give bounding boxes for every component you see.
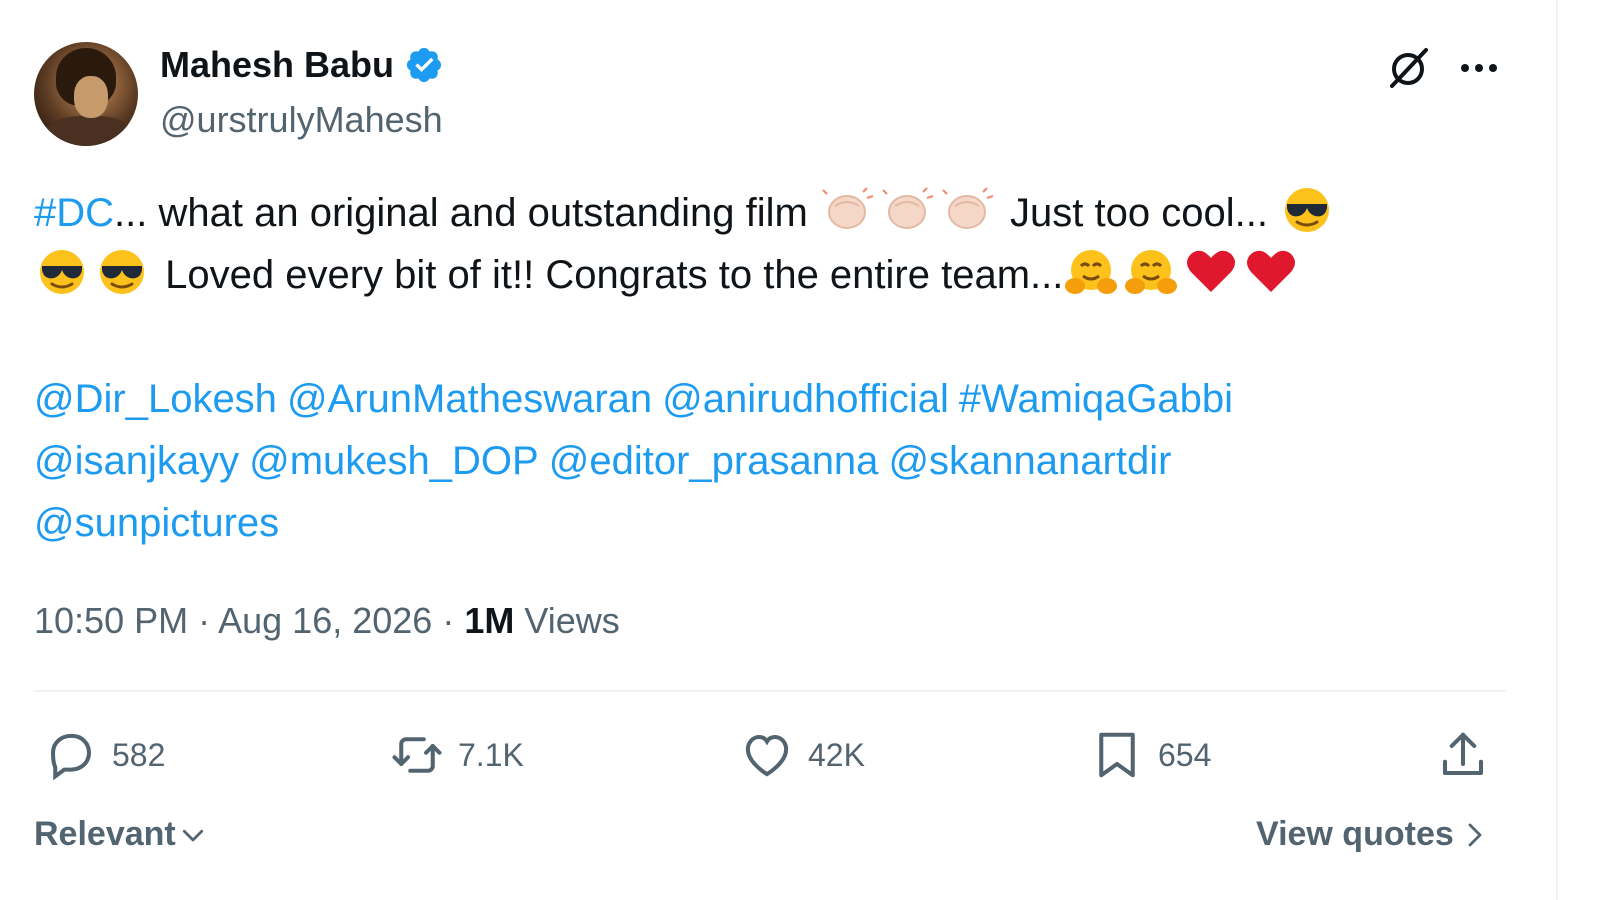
tweet-text-part: Loved every bit of it!! Congrats to the … — [165, 253, 1064, 297]
red-heart-icon — [1243, 248, 1299, 296]
grok-icon[interactable] — [1384, 44, 1432, 92]
clapping-hands-icon — [819, 186, 875, 234]
sunglasses-face-icon — [34, 248, 90, 296]
tweet-text-part: Just too cool... — [1010, 191, 1268, 235]
tweet-text-part: ... what an original and outstanding fil… — [114, 191, 808, 235]
mentions-row: @isanjkayy @mukesh_DOP @editor_prasanna @sk… — [34, 430, 1514, 492]
view-quotes-label: View quotes — [1256, 815, 1454, 853]
author-handle[interactable]: @urstrulyMahesh — [160, 99, 443, 141]
repost-button[interactable]: 7.1K — [390, 728, 524, 782]
share-icon — [1442, 732, 1484, 776]
meta-separator: · — [198, 600, 211, 641]
mentions-block: @Dir_Lokesh @ArunMatheswaran @anirudhoffic… — [34, 368, 1514, 554]
repost-count: 7.1K — [458, 736, 524, 773]
mention-link[interactable]: @mukesh_DOP — [249, 439, 539, 483]
clapping-hands-icon — [939, 186, 995, 234]
mention-link[interactable]: @editor_prasanna — [549, 439, 879, 483]
view-quotes-link[interactable]: View quotes — [1256, 815, 1488, 854]
views-count: 1M — [464, 600, 515, 641]
verified-badge-icon[interactable] — [404, 45, 444, 85]
avatar[interactable] — [34, 42, 138, 146]
heart-icon — [745, 734, 789, 777]
hugging-face-icon — [1123, 248, 1179, 296]
hashtag-link[interactable]: #DC — [34, 191, 114, 235]
mention-link[interactable]: @anirudhofficial — [662, 377, 949, 421]
chevron-down-icon — [182, 829, 203, 841]
sort-label: Relevant — [34, 815, 176, 853]
bookmark-count: 654 — [1158, 736, 1212, 773]
red-heart-icon — [1183, 248, 1239, 296]
tweet-text: #DC... what an original and outstanding … — [34, 182, 1514, 306]
tweet-date[interactable]: Aug 16, 2026 — [218, 600, 432, 641]
reply-button[interactable]: 582 — [44, 728, 165, 782]
tweet-time[interactable]: 10:50 PM — [34, 600, 188, 641]
reply-count: 582 — [112, 736, 166, 773]
chevron-right-icon — [1468, 823, 1482, 846]
meta-separator: · — [442, 600, 455, 641]
bookmark-icon — [1099, 732, 1135, 778]
clapping-hands-icon — [879, 186, 935, 234]
mention-link[interactable]: @sunpictures — [34, 501, 279, 545]
mention-link[interactable]: @isanjkayy — [34, 439, 239, 483]
author-name-row: Mahesh Babu — [160, 44, 444, 86]
mentions-row: @Dir_Lokesh @ArunMatheswaran @anirudhoffic… — [34, 368, 1514, 430]
like-count: 42K — [808, 736, 865, 773]
divider — [34, 690, 1506, 692]
mention-link[interactable]: @skannanartdir — [888, 439, 1171, 483]
author-display-name[interactable]: Mahesh Babu — [160, 44, 394, 86]
share-button[interactable] — [1436, 728, 1490, 782]
views-label: Views — [524, 600, 620, 641]
mention-link[interactable]: @Dir_Lokesh — [34, 377, 277, 421]
sort-replies-dropdown[interactable]: Relevant — [34, 815, 208, 854]
mention-link[interactable]: @ArunMatheswaran — [287, 377, 652, 421]
sunglasses-face-icon — [1279, 186, 1335, 234]
more-options-icon[interactable] — [1455, 50, 1503, 86]
hashtag-link[interactable]: #WamiqaGabbi — [959, 377, 1233, 421]
like-button[interactable]: 42K — [740, 728, 865, 782]
hugging-face-icon — [1063, 248, 1119, 296]
sunglasses-face-icon — [94, 248, 150, 296]
panel-border — [1556, 0, 1558, 900]
bookmark-button[interactable]: 654 — [1090, 728, 1211, 782]
repost-icon — [392, 737, 442, 773]
reply-icon — [50, 733, 92, 781]
tweet-meta: 10:50 PM · Aug 16, 2026 · 1M Views — [34, 600, 620, 642]
mentions-row: @sunpictures — [34, 492, 1514, 554]
